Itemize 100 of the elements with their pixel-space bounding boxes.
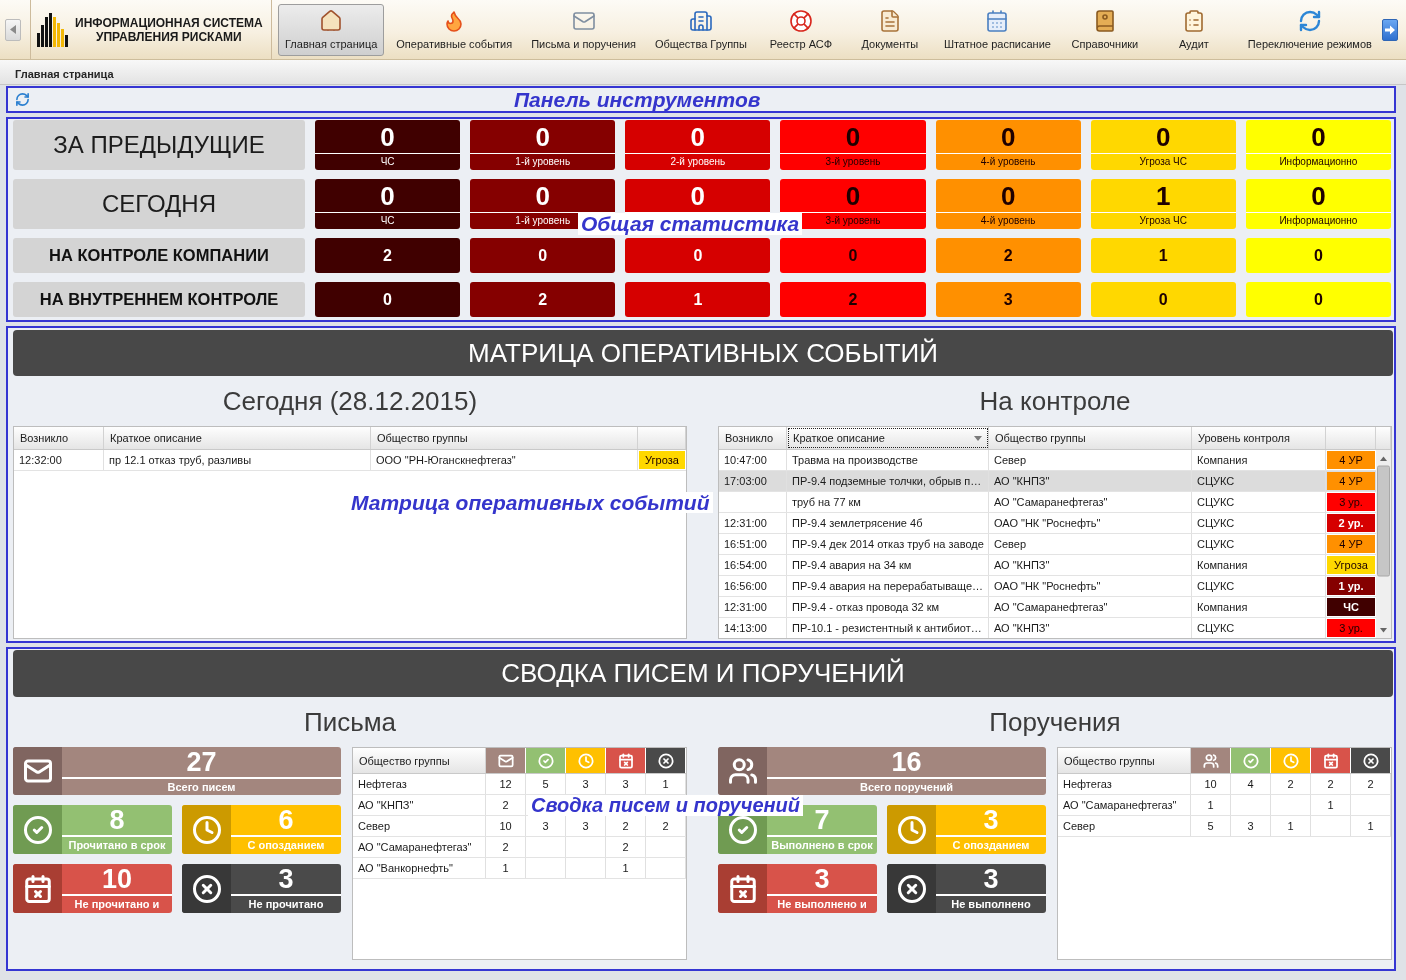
- period-label: ЗА ПРЕДЫДУЩИЕ: [13, 120, 305, 170]
- nav-button[interactable]: Письма и поручения: [524, 3, 643, 56]
- nav-button[interactable]: Главная страница: [278, 3, 385, 56]
- card-value: 16: [891, 748, 922, 776]
- stat-caption: Информационно: [1279, 215, 1358, 227]
- building-icon: [688, 8, 713, 33]
- table-cell: АО "Самаранефтегаз": [989, 492, 1192, 512]
- x-circle-icon: [1362, 752, 1379, 769]
- scroll-bar[interactable]: [1376, 450, 1391, 638]
- stat-caption: 1-й уровень: [515, 156, 571, 168]
- card-value: 3: [814, 865, 830, 893]
- check-circle-icon: [22, 814, 53, 845]
- annotation-label: Панель инструментов: [513, 88, 762, 111]
- card-label: Всего поручений: [859, 780, 954, 794]
- check-circle-icon: [1242, 752, 1259, 769]
- nav-button[interactable]: Общества Группы: [647, 3, 754, 56]
- table-cell: 16:54:00: [719, 555, 787, 575]
- calendar-x-icon: [617, 752, 634, 769]
- table-cell: 1: [486, 858, 526, 878]
- stat-tile: 0: [780, 238, 926, 273]
- nav-button[interactable]: Штатное расписание: [936, 3, 1058, 56]
- stat-value: 0: [690, 181, 706, 210]
- calendar-x-icon: [727, 873, 758, 904]
- logo-icon: [37, 12, 68, 47]
- table-row[interactable]: 17:03:00 ПР-9.4 подземные толчки, обрыв п… АО "КНПЗ" СЦУКС 4 УР: [719, 471, 1376, 492]
- table-cell: АО "КНПЗ": [989, 555, 1192, 575]
- section-title: СВОДКА ПИСЕМ И ПОРУЧЕНИЙ: [13, 650, 1393, 697]
- card-label: Прочитано в срок: [68, 839, 166, 852]
- table-cell: Компания: [1192, 597, 1326, 617]
- column-header[interactable]: [1311, 748, 1351, 773]
- column-header[interactable]: Уровень контроля: [1192, 427, 1326, 449]
- table-cell: 1: [606, 858, 646, 878]
- nav-button[interactable]: Переключение режимов: [1240, 3, 1379, 56]
- column-header[interactable]: Краткое описание: [787, 427, 989, 449]
- refresh-icon[interactable]: [15, 92, 30, 107]
- nav-button[interactable]: Справочники: [1062, 3, 1147, 56]
- nav-button[interactable]: Аудит: [1151, 3, 1236, 56]
- column-header[interactable]: [606, 748, 646, 773]
- table-row[interactable]: 12:32:00 пр 12.1 отказ труб, разливы ООО "РН-Юганскнефтегаз" Угроза: [14, 450, 686, 471]
- lifebuoy-icon: [788, 8, 813, 33]
- column-header[interactable]: Возникло: [14, 427, 104, 449]
- card-label: Выполнено в срок: [771, 839, 873, 852]
- table-cell: СЦУКС: [1192, 576, 1326, 596]
- panel-title: На контроле: [979, 385, 1131, 417]
- scroll-right-button[interactable]: [1382, 18, 1398, 41]
- card-value: 3: [983, 865, 999, 893]
- level-badge: 4 УР: [1327, 451, 1375, 469]
- arrow-left-icon: [10, 25, 16, 34]
- nav-button[interactable]: Оперативные события: [389, 3, 520, 56]
- house-icon: [319, 8, 344, 33]
- card-label: Не прочитано и: [74, 898, 160, 911]
- table-row[interactable]: 16:56:00 ПР-9.4 авария на перерабатываще… ОАО "НК "Роснефть" СЦУКС 1 ур.: [719, 576, 1376, 597]
- table-row[interactable]: труб на 77 км АО "Самаранефтегаз" СЦУКС 3 ур.: [719, 492, 1376, 513]
- column-header[interactable]: [646, 748, 686, 773]
- table-row[interactable]: 12:31:00 ПР-9.4 землетрясение 4б ОАО "НК "Роснефть" СЦУКС 2 ур.: [719, 513, 1376, 534]
- people-icon: [727, 756, 758, 786]
- table-cell: 1: [1311, 795, 1351, 815]
- table-cell: 16:51:00: [719, 534, 787, 554]
- annotation-label: Сводка писем и поручений: [528, 795, 804, 816]
- section-title: МАТРИЦА ОПЕРАТИВНЫХ СОБЫТИЙ: [13, 330, 1393, 376]
- table-cell: 12: [486, 774, 526, 794]
- table-row[interactable]: 10:47:00 Травма на производстве Север Компания 4 УР: [719, 450, 1376, 471]
- stat-tile: 0: [470, 238, 616, 273]
- card-value: 7: [814, 806, 830, 834]
- column-header[interactable]: Общество группы: [371, 427, 638, 449]
- table-cell: 4: [1231, 774, 1271, 794]
- table-row[interactable]: 12:31:00 ПР-9.4 - отказ провода 32 км АО "Самаранефтегаз" Компания ЧС: [719, 597, 1376, 618]
- table-cell: АО "Самаранефтегаз": [989, 597, 1192, 617]
- table-row[interactable]: 16:54:00 ПР-9.4 авария на 34 км АО "КНПЗ" Компания Угроза: [719, 555, 1376, 576]
- clock-icon: [896, 814, 927, 845]
- column-header[interactable]: [1351, 748, 1391, 773]
- level-badge: 2 ур.: [1327, 514, 1375, 532]
- x-circle-icon: [896, 873, 927, 904]
- nav-button[interactable]: Документы: [847, 3, 932, 56]
- refresh-icon: [1297, 8, 1322, 33]
- table-cell: Нефтегаз: [1058, 774, 1191, 794]
- table-cell: СЦУКС: [1192, 618, 1326, 638]
- stat-caption: 3-й уровень: [825, 156, 881, 168]
- table-cell: 1: [646, 774, 686, 794]
- nav-button[interactable]: Реестр АСФ: [758, 3, 843, 56]
- table-cell: СЦУКС: [1192, 513, 1326, 533]
- table-cell: 10:47:00: [719, 450, 787, 470]
- table-cell: СЦУКС: [1192, 492, 1326, 512]
- table-cell: 2: [606, 837, 646, 857]
- stat-tile: 2: [935, 238, 1081, 273]
- scroll-left-button[interactable]: [5, 18, 21, 41]
- stat-value: 0: [690, 122, 706, 151]
- check-circle-icon: [537, 752, 554, 769]
- stat-caption: 4-й уровень: [980, 156, 1036, 168]
- table-row[interactable]: 16:51:00 ПР-9.4 дек 2014 отказ труб на заводе Север СЦУКС 4 УР: [719, 534, 1376, 555]
- stat-tile: 1: [625, 282, 771, 317]
- stat-value: 0: [1156, 122, 1171, 151]
- stat-tile: 3: [935, 282, 1081, 317]
- panel-title: Поручения: [989, 706, 1121, 738]
- stat-tile: 2: [470, 282, 616, 317]
- column-header[interactable]: Возникло: [719, 427, 787, 449]
- column-header[interactable]: Краткое описание: [104, 427, 371, 449]
- column-header[interactable]: Общество группы: [989, 427, 1192, 449]
- stat-caption: Информационно: [1279, 156, 1358, 168]
- stat-value: 0: [1000, 122, 1016, 151]
